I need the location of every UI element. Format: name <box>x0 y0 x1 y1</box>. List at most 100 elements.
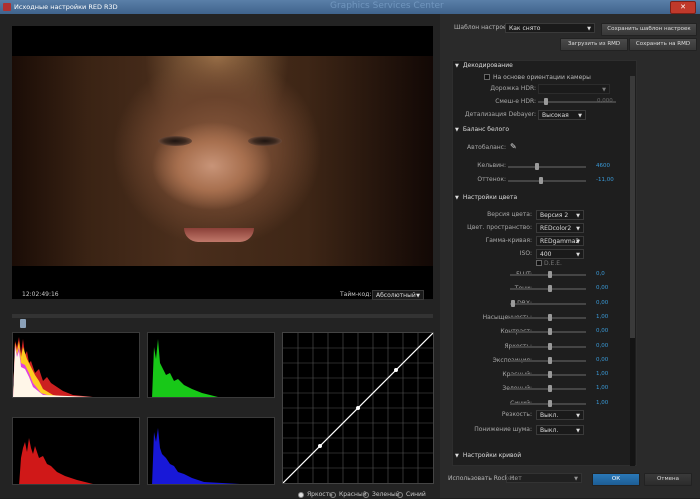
section-decoding-title: Декодирование <box>462 62 513 69</box>
app-icon <box>3 3 11 11</box>
tint-knob[interactable] <box>539 177 543 184</box>
background-window-title: Graphics Services Center <box>330 1 444 11</box>
section-white-balance[interactable]: ▼ Баланс белого <box>455 126 509 133</box>
rocket-dropdown[interactable]: Нет ▼ <box>506 473 582 483</box>
radio-green-label: Зеленый <box>372 491 400 498</box>
save-template-button[interactable]: Сохранить шаблон настроек <box>601 23 697 36</box>
load-rmd-button[interactable]: Загрузить из RMD <box>560 38 628 51</box>
histogram-green <box>147 332 275 398</box>
color-slider-knob[interactable] <box>548 342 552 350</box>
color-slider-value: 1,00 <box>596 313 609 320</box>
preset-value: Как снято <box>509 25 541 32</box>
settings-pane: Шаблон настроек: Как снято ▼ Сохранить ш… <box>440 14 700 498</box>
radio-luma-label: Яркость <box>307 491 333 498</box>
hdr-mix-value: 0,000 <box>597 98 613 104</box>
sharpness-label: Резкость: <box>501 411 532 418</box>
color-slider-value: 0,00 <box>596 328 609 335</box>
debayer-dropdown[interactable]: Высокая ▼ <box>538 110 586 120</box>
color-version-dropdown[interactable]: Версия 2 ▼ <box>536 210 584 220</box>
color-slider-knob[interactable] <box>511 299 515 307</box>
chevron-down-icon: ▼ <box>576 413 580 419</box>
chevron-down-icon: ▼ <box>602 87 606 93</box>
chevron-down-icon: ▼ <box>587 26 591 32</box>
color-slider-knob[interactable] <box>548 285 552 293</box>
preset-dropdown[interactable]: Как снято ▼ <box>505 23 595 33</box>
cancel-button[interactable]: Отмена <box>644 473 692 486</box>
color-slider-knob[interactable] <box>548 313 552 321</box>
chevron-down-icon: ▼ <box>455 127 459 133</box>
color-slider-value: 1,00 <box>596 385 609 392</box>
playhead-handle[interactable] <box>20 319 26 328</box>
radio-dot <box>298 491 304 498</box>
kelvin-knob[interactable] <box>535 163 539 170</box>
histogram-rgb <box>12 332 140 398</box>
section-curve[interactable]: ▼ Настройки кривой <box>455 452 521 459</box>
debayer-label: Детализация Debayer: <box>464 111 536 118</box>
color-space-value: REDcolor2 <box>540 225 572 232</box>
scrollbar-thumb[interactable] <box>630 76 635 338</box>
sharpness-dropdown[interactable]: Выкл. ▼ <box>536 410 584 420</box>
color-version-value: Версия 2 <box>540 212 569 219</box>
color-slider-knob[interactable] <box>548 385 552 393</box>
section-color[interactable]: ▼ Настройки цвета <box>455 194 517 201</box>
histogram-blue-graph <box>152 428 241 484</box>
title-bar: Исходные настройки RED R3D Graphics Serv… <box>0 0 700 14</box>
gamma-value: REDgamma2 <box>540 238 580 245</box>
noise-label: Понижение шума: <box>474 426 532 433</box>
radio-dot <box>330 491 336 498</box>
section-white-balance-title: Баланс белого <box>462 126 510 133</box>
curve-editor[interactable] <box>282 332 434 484</box>
color-slider-value: 0,0 <box>596 271 605 277</box>
chevron-down-icon: ▼ <box>455 453 459 459</box>
hdr-track-label: Дорожка HDR: <box>490 85 536 92</box>
color-slider-value: 0,00 <box>596 342 609 349</box>
histogram-red-graph <box>19 438 93 484</box>
tint-slider[interactable] <box>508 180 586 182</box>
chevron-down-icon: ▼ <box>455 63 459 69</box>
color-slider-knob[interactable] <box>548 371 552 379</box>
iso-value: 400 <box>540 251 552 258</box>
autobalance-label: Автобаланс: <box>467 144 506 151</box>
hdr-track-dropdown[interactable]: ▼ <box>538 84 610 94</box>
left-eye <box>158 136 192 146</box>
chevron-down-icon: ▼ <box>574 476 578 482</box>
chevron-down-icon: ▼ <box>578 113 582 119</box>
color-slider-track[interactable] <box>510 302 586 305</box>
color-slider-value: 1,00 <box>596 399 609 406</box>
gamma-dropdown[interactable]: REDgamma2 ▼ <box>536 236 584 246</box>
color-slider-value: 1,00 <box>596 371 609 378</box>
ok-button[interactable]: ОК <box>592 473 640 486</box>
tint-value: -11,00 <box>596 177 614 183</box>
curve-point[interactable] <box>356 406 360 410</box>
camera-orientation-checkbox[interactable] <box>484 74 490 80</box>
hdr-mix-knob[interactable] <box>544 98 548 105</box>
color-slider-knob[interactable] <box>548 271 552 278</box>
video-preview <box>12 26 433 299</box>
color-slider-knob[interactable] <box>548 399 552 407</box>
color-slider-knob[interactable] <box>548 356 552 364</box>
save-rmd-button[interactable]: Сохранить на RMD <box>629 38 697 51</box>
window-title: Исходные настройки RED R3D <box>14 3 118 11</box>
dee-checkbox[interactable] <box>536 260 542 266</box>
preset-label: Шаблон настроек: <box>454 24 513 31</box>
rocket-value: Нет <box>510 475 522 482</box>
iso-dropdown[interactable]: 400 ▼ <box>536 249 584 259</box>
chevron-down-icon: ▼ <box>576 428 580 434</box>
section-decoding[interactable]: ▼ Декодирование <box>455 62 513 69</box>
color-space-label: Цвет. пространство: <box>467 224 532 231</box>
histogram-blue <box>147 417 275 485</box>
color-slider-value: 0,00 <box>596 356 609 363</box>
curve-point[interactable] <box>394 368 398 372</box>
close-button[interactable]: ✕ <box>670 1 696 14</box>
scrub-bar[interactable] <box>12 314 433 318</box>
kelvin-slider[interactable] <box>508 166 586 168</box>
color-slider-knob[interactable] <box>548 328 552 336</box>
curve-point[interactable] <box>318 444 322 448</box>
preview-pane: 12:02:49:16 Тайм-код: Абсолютный ▼ Яркос… <box>0 14 440 498</box>
kelvin-value: 4600 <box>596 163 610 169</box>
color-version-label: Версия цвета: <box>487 211 532 218</box>
color-space-dropdown[interactable]: REDcolor2 ▼ <box>536 223 584 233</box>
noise-dropdown[interactable]: Выкл. ▼ <box>536 425 584 435</box>
chevron-down-icon: ▼ <box>455 195 459 201</box>
eyedropper-icon[interactable]: ✎ <box>510 142 517 151</box>
